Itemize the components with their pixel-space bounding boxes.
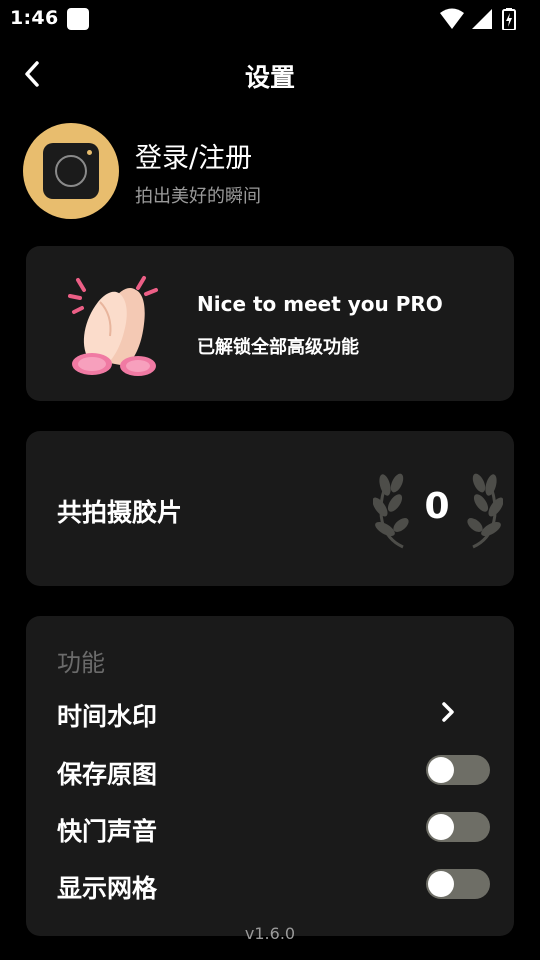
login-register-link[interactable]: 登录/注册 — [135, 136, 252, 175]
setting-label: 快门声音 — [57, 817, 158, 846]
setting-shutter-sound: 快门声音 — [26, 802, 514, 852]
save-original-toggle[interactable] — [426, 755, 490, 785]
app-notification-icon — [67, 8, 89, 30]
functions-heading: 功能 — [57, 649, 105, 677]
setting-label: 保存原图 — [57, 760, 158, 789]
status-time: 1:46 — [10, 7, 59, 29]
setting-time-watermark[interactable]: 时间水印 — [26, 687, 514, 737]
version-label: v1.6.0 — [244, 924, 296, 943]
show-grid-toggle[interactable] — [426, 869, 490, 899]
toggle-knob — [428, 814, 454, 840]
profile-tagline: 拍出美好的瞬间 — [135, 186, 261, 207]
clapping-hands-icon — [68, 276, 158, 376]
toggle-knob — [428, 871, 454, 897]
setting-label: 时间水印 — [57, 702, 158, 731]
pro-subtitle: 已解锁全部高级功能 — [197, 337, 359, 358]
functions-card: 功能 时间水印 保存原图 快门声音 显示网格 — [26, 616, 514, 936]
wifi-icon — [440, 8, 464, 29]
settings-screen: 1:46 设置 登录/注册 拍出美好的瞬间 Nice to meet you P… — [0, 0, 540, 960]
header: 设置 — [0, 50, 540, 98]
film-count-label: 共拍摄胶片 — [57, 498, 183, 527]
pro-card[interactable]: Nice to meet you PRO 已解锁全部高级功能 — [26, 246, 514, 401]
shutter-sound-toggle[interactable] — [426, 812, 490, 842]
setting-label: 显示网格 — [57, 874, 158, 903]
setting-save-original: 保存原图 — [26, 745, 514, 795]
avatar[interactable] — [23, 123, 119, 219]
page-title: 设置 — [244, 63, 295, 92]
film-count-value: 0 — [424, 486, 450, 527]
chevron-right-icon — [442, 702, 454, 722]
battery-icon — [502, 8, 516, 30]
film-count-card: 共拍摄胶片 0 — [26, 431, 514, 586]
setting-show-grid: 显示网格 — [26, 859, 514, 909]
cellular-signal-icon — [472, 9, 492, 29]
toggle-knob — [428, 757, 454, 783]
camera-icon — [43, 143, 99, 199]
status-bar: 1:46 — [0, 0, 540, 38]
status-icons — [440, 8, 530, 30]
pro-title: Nice to meet you PRO — [197, 292, 443, 316]
